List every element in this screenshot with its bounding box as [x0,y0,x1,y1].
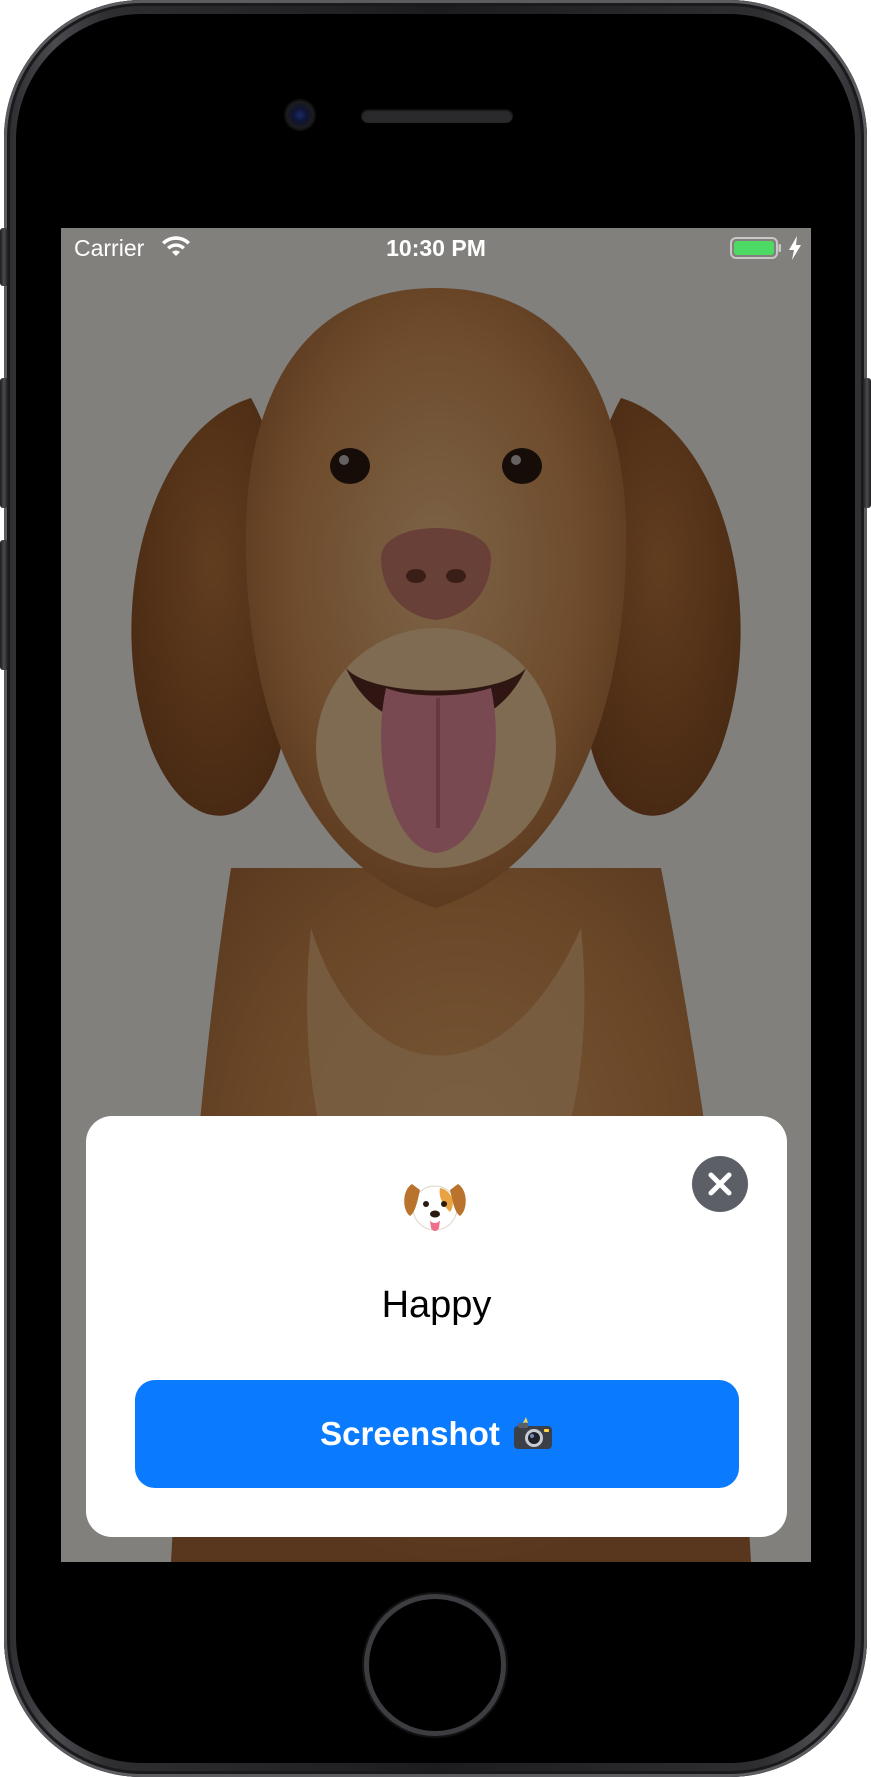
earpiece-speaker [361,109,513,123]
mute-switch [0,228,8,286]
mood-card: Happy Screenshot [86,1116,787,1537]
close-button[interactable] [692,1156,748,1212]
volume-up-button [0,378,8,508]
power-button [863,378,871,508]
screenshot-button[interactable]: Screenshot [135,1380,739,1488]
volume-down-button [0,540,8,670]
front-camera [286,101,314,129]
dog-face-icon [404,1184,466,1231]
mood-label: Happy [381,1284,492,1326]
camera-with-flash-icon [513,1417,552,1449]
screen: Carrier 10:30 PM Happy Screenshot [61,228,811,1562]
charging-icon [789,236,801,260]
screenshot-button-label: Screenshot [320,1415,500,1452]
status-bar: Carrier 10:30 PM [61,228,811,268]
close-icon [708,1172,732,1196]
battery-icon [730,237,781,259]
home-button[interactable] [369,1599,501,1731]
status-time: 10:30 PM [386,235,486,261]
